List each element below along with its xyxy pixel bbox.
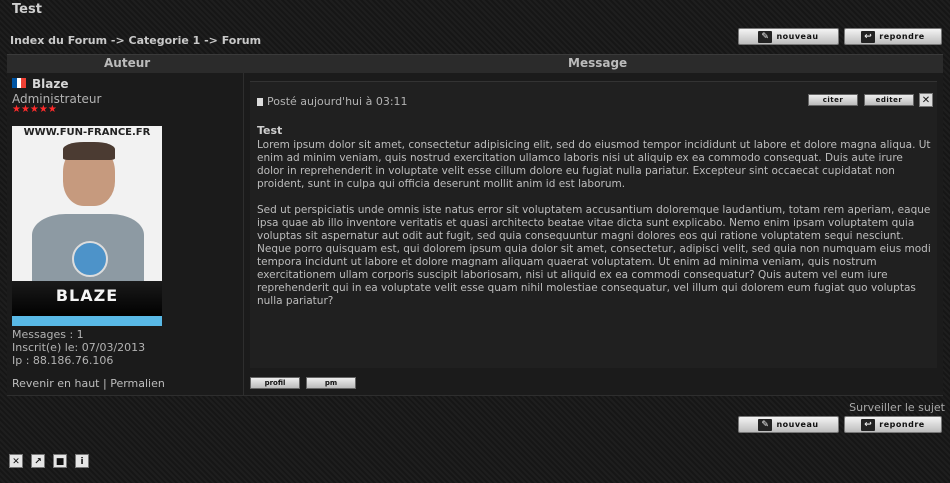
author-name[interactable]: Blaze <box>32 77 68 91</box>
avatar-band-accent <box>12 316 162 326</box>
post-paragraph-2: Sed ut perspiciatis unde omnis iste natu… <box>257 204 931 307</box>
permalink-link[interactable]: Permalien <box>110 377 165 390</box>
avatar-hair <box>63 142 115 160</box>
table-header: Auteur Message <box>7 54 943 74</box>
new-topic-button[interactable]: ✎ nouveau <box>738 28 839 45</box>
moderation-tools: ✕ ↗ ■ i <box>9 454 89 468</box>
reply-label: repondre <box>879 32 925 41</box>
rank-stars: ★★★★★ <box>12 104 57 115</box>
topic-title: Test <box>12 2 42 17</box>
new-topic-label: nouveau <box>776 32 819 41</box>
edit-label: editer <box>875 96 903 104</box>
avatar: WWW.FUN-FRANCE.FR BLAZE <box>12 126 162 326</box>
new-topic-button-bottom[interactable]: ✎ nouveau <box>738 416 839 433</box>
back-to-top-link[interactable]: Revenir en haut <box>12 377 99 390</box>
reply-button-bottom[interactable]: ↩ repondre <box>844 416 942 433</box>
new-topic-icon-bottom: ✎ <box>758 418 773 431</box>
post: Blaze Administrateur ★★★★★ WWW.FUN-FRANC… <box>7 73 943 396</box>
post-title: Test <box>257 124 283 137</box>
author-footer: Revenir en haut | Permalien <box>12 377 165 390</box>
author-panel: Blaze Administrateur ★★★★★ WWW.FUN-FRANC… <box>7 73 244 395</box>
pm-label: pm <box>324 379 338 387</box>
post-document-icon <box>257 98 263 106</box>
reply-button[interactable]: ↩ repondre <box>844 28 942 45</box>
author-messages: Messages : 1 <box>12 328 84 341</box>
author-ip: Ip : 88.186.76.106 <box>12 354 114 367</box>
watch-topic-link[interactable]: Surveiller le sujet <box>849 401 945 414</box>
reply-icon-bottom: ↩ <box>861 418 876 431</box>
quote-label: citer <box>822 96 844 104</box>
delete-post-icon[interactable]: ✕ <box>919 93 933 107</box>
profile-label: profil <box>264 379 286 387</box>
lock-icon[interactable]: ■ <box>53 454 67 468</box>
author-header: Auteur <box>104 56 151 70</box>
post-content: Lorem ipsum dolor sit amet, consectetur … <box>257 139 932 321</box>
avatar-emblem <box>72 241 108 277</box>
edit-button[interactable]: editer <box>864 94 914 106</box>
quote-button[interactable]: citer <box>808 94 858 106</box>
message-header: Message <box>568 56 628 70</box>
avatar-name-text: BLAZE <box>55 286 119 305</box>
author-joined: Inscrit(e) le: 07/03/2013 <box>12 341 146 354</box>
avatar-site-text: WWW.FUN-FRANCE.FR <box>23 127 151 138</box>
post-date: Posté aujourd'hui à 03:11 <box>257 95 408 108</box>
post-paragraph-1: Lorem ipsum dolor sit amet, consectetur … <box>257 139 931 190</box>
message-body-box: Posté aujourd'hui à 03:11 citer editer ✕… <box>250 81 937 368</box>
profile-button[interactable]: profil <box>250 377 300 389</box>
reply-label-bottom: repondre <box>879 420 925 429</box>
message-panel: Posté aujourd'hui à 03:11 citer editer ✕… <box>244 73 943 395</box>
author-stats: Messages : 1 Inscrit(e) le: 07/03/2013 I… <box>12 328 145 367</box>
close-icon[interactable]: ✕ <box>9 454 23 468</box>
new-topic-label-bottom: nouveau <box>776 420 819 429</box>
info-icon[interactable]: i <box>75 454 89 468</box>
post-date-text: Posté aujourd'hui à 03:11 <box>267 95 408 108</box>
reply-icon: ↩ <box>861 30 876 43</box>
footer-separator: | <box>102 377 107 390</box>
flag-icon <box>12 78 27 88</box>
breadcrumb[interactable]: Index du Forum -> Categorie 1 -> Forum <box>10 34 261 47</box>
move-icon[interactable]: ↗ <box>31 454 45 468</box>
new-topic-icon: ✎ <box>758 30 773 43</box>
pm-button[interactable]: pm <box>306 377 356 389</box>
